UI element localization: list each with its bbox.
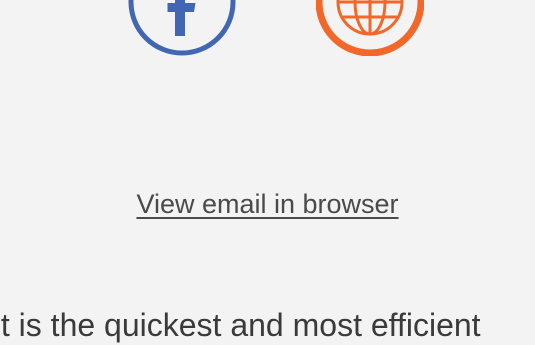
intro-paragraph: It is the quickest and most efficient: [0, 307, 481, 343]
facebook-link[interactable]: [128, 0, 236, 56]
website-link[interactable]: [316, 0, 424, 56]
facebook-icon: [128, 0, 236, 56]
view-in-browser-link[interactable]: View email in browser: [0, 186, 535, 222]
globe-icon: [316, 0, 424, 56]
